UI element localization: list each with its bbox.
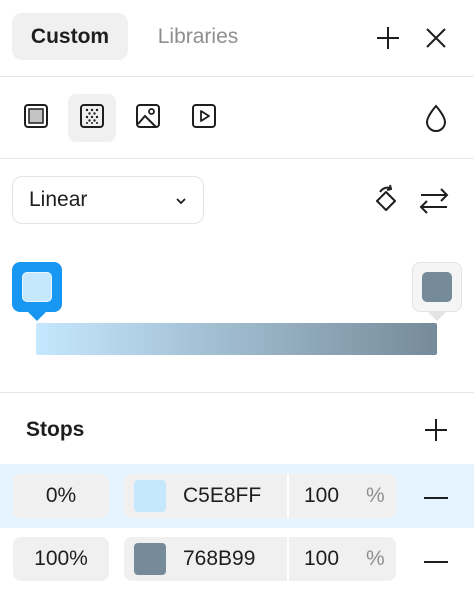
fill-type-video[interactable] [180, 94, 228, 142]
chevron-down-icon [175, 191, 187, 217]
stop-swatch [422, 272, 452, 302]
tab-libraries[interactable]: Libraries [136, 13, 260, 60]
handle-pointer [27, 311, 47, 321]
plus-icon [423, 417, 449, 448]
fill-type-gradient[interactable] [68, 94, 116, 142]
video-fill-icon [191, 103, 217, 134]
opacity-unit: % [366, 484, 385, 507]
stop-opacity-input[interactable]: 100 [304, 547, 339, 571]
stop-position-input[interactable]: 0% [13, 474, 109, 518]
stop-hex-input[interactable]: 768B99 [183, 547, 255, 571]
remove-stop-button[interactable] [422, 550, 450, 570]
solid-fill-icon [23, 103, 49, 134]
fill-divider [0, 158, 474, 159]
stop-swatch [22, 272, 52, 302]
stop-row[interactable]: 0% C5E8FF 100 % [0, 464, 474, 528]
add-stop-button[interactable] [422, 418, 450, 446]
stop-hex-input[interactable]: C5E8FF [183, 484, 261, 508]
stop-position-input[interactable]: 100% [13, 537, 109, 581]
close-icon[interactable] [420, 22, 452, 54]
stop-opacity-input[interactable]: 100 [304, 484, 339, 508]
tab-custom[interactable]: Custom [12, 13, 128, 60]
gradient-stop-handle-end[interactable] [412, 262, 462, 312]
fill-type-image[interactable] [124, 94, 172, 142]
stops-title: Stops [26, 418, 85, 441]
header-divider [0, 76, 474, 77]
gradient-type-value: Linear [29, 188, 88, 211]
field-separator [287, 537, 289, 581]
stop-color-field[interactable]: 768B99 100 % [124, 537, 396, 581]
field-separator [287, 474, 289, 518]
image-fill-icon [135, 103, 161, 134]
stop-color-swatch[interactable] [134, 480, 166, 512]
gradient-fill-icon [79, 103, 105, 134]
swap-direction-icon[interactable] [416, 184, 452, 216]
gradient-type-select[interactable]: Linear [12, 176, 204, 224]
blend-mode-icon[interactable] [420, 100, 452, 136]
minus-icon [423, 487, 449, 505]
gradient-preview-bar[interactable] [36, 323, 437, 355]
opacity-unit: % [366, 547, 385, 570]
rotate-icon[interactable] [370, 182, 402, 218]
stop-color-field[interactable]: C5E8FF 100 % [124, 474, 396, 518]
plus-icon[interactable] [372, 22, 404, 54]
stop-color-swatch[interactable] [134, 543, 166, 575]
fill-type-solid[interactable] [12, 94, 60, 142]
stop-row[interactable]: 100% 768B99 100 % [0, 528, 474, 592]
preview-divider [0, 392, 474, 393]
gradient-stop-handle-start[interactable] [12, 262, 62, 312]
handle-pointer [427, 311, 447, 321]
remove-stop-button[interactable] [422, 486, 450, 506]
minus-icon [423, 551, 449, 569]
